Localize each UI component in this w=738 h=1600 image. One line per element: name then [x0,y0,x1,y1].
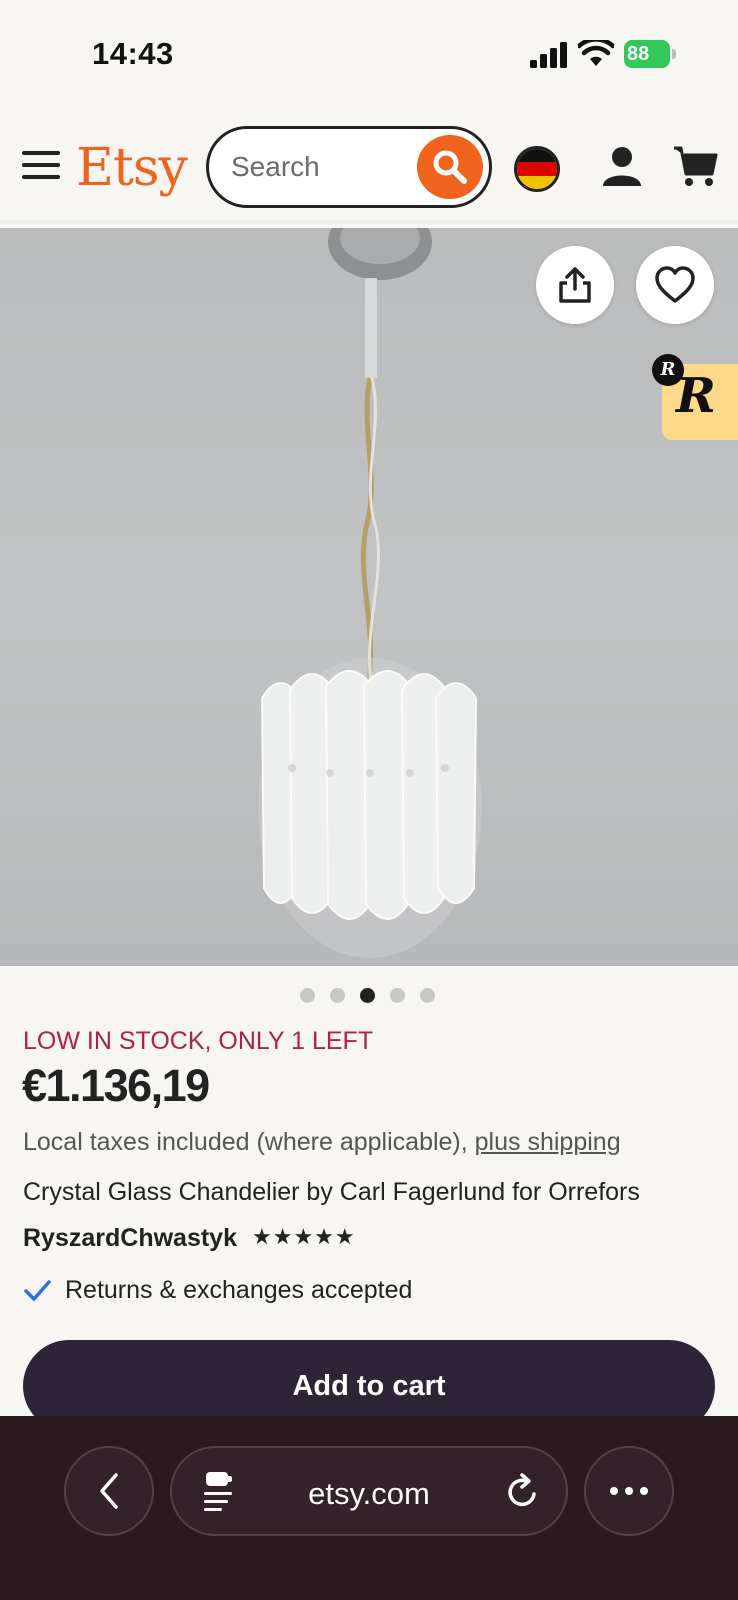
browser-toolbar: etsy.com [0,1416,738,1600]
pagination-dot[interactable] [390,988,405,1003]
reload-icon[interactable] [504,1472,542,1512]
pagination-dot[interactable] [420,988,435,1003]
search-input[interactable] [231,143,411,191]
taxes-note: Local taxes included (where applicable),… [23,1128,621,1157]
seller-name[interactable]: RyszardChwastyk [23,1224,237,1253]
pagination-dot[interactable] [300,988,315,1003]
germany-flag-icon[interactable] [514,146,560,192]
battery-icon: 88 [624,40,676,68]
cart-icon[interactable] [672,144,718,188]
taxes-text: Local taxes included (where applicable), [23,1128,475,1156]
site-header: Etsy [0,118,738,224]
back-button[interactable] [64,1446,154,1536]
etsy-logo[interactable]: Etsy [76,138,188,198]
share-icon [559,267,591,303]
stock-notice: LOW IN STOCK, ONLY 1 LEFT [23,1027,374,1055]
pagination-dot[interactable] [360,988,375,1003]
product-image[interactable]: R R [0,228,738,966]
extension-badge-small[interactable]: R [652,354,684,386]
status-bar: 14:43 88 [0,0,738,108]
search-button[interactable] [417,135,483,199]
more-icon [610,1487,648,1495]
wifi-icon [578,40,614,66]
check-icon [24,1280,51,1301]
search-bar [206,126,492,208]
back-icon [100,1473,118,1509]
shipping-link[interactable]: plus shipping [475,1128,621,1156]
pagination-dot[interactable] [330,988,345,1003]
address-bar[interactable]: etsy.com [170,1446,568,1536]
listing-title: Crystal Glass Chandelier by Carl Fagerlu… [23,1178,640,1206]
search-icon [433,150,467,184]
battery-level: 88 [624,40,670,68]
favorite-button[interactable] [636,246,714,324]
chandelier-photo [258,228,482,958]
signal-icon [530,42,567,68]
account-icon[interactable] [600,144,644,188]
returns-label: Returns & exchanges accepted [65,1276,413,1304]
more-button[interactable] [584,1446,674,1536]
heart-icon [655,266,695,303]
price: €1.136,19 [22,1060,210,1111]
battery-cap [672,49,676,59]
menu-icon[interactable] [22,151,62,183]
image-pagination [300,988,450,1004]
share-button[interactable] [536,246,614,324]
rating-stars[interactable]: ★★★★★ [252,1224,356,1250]
status-time: 14:43 [92,36,174,71]
